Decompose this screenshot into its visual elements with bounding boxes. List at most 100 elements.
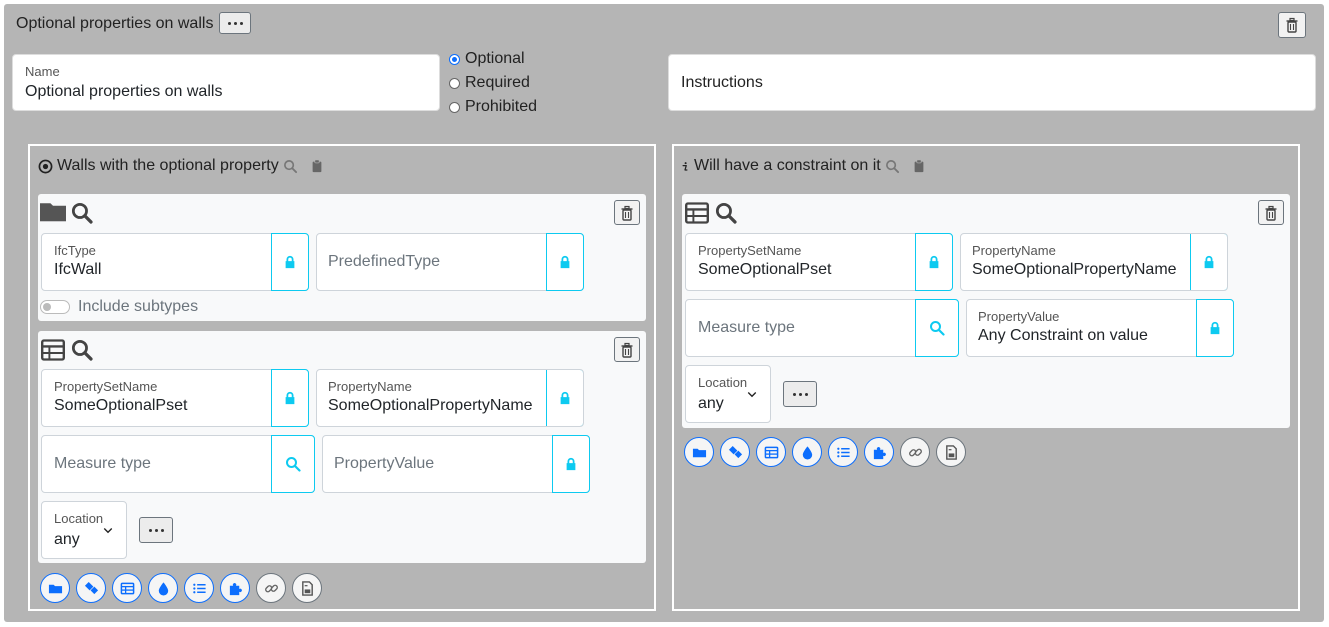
location-select[interactable]: Location any <box>41 501 127 559</box>
req-property-name-lock-button[interactable] <box>1190 234 1227 290</box>
lock-icon <box>283 255 297 269</box>
requirements-title: Will have a constraint on it <box>694 157 881 174</box>
property-value-lock-button[interactable] <box>552 435 590 493</box>
search-icon[interactable] <box>715 202 737 224</box>
req-add-partof-facet-button[interactable] <box>864 437 894 467</box>
lock-icon <box>927 255 941 269</box>
req-add-classification-facet-button[interactable] <box>720 437 750 467</box>
req-pset-name-input[interactable]: PropertySetName SomeOptionalPset <box>685 233 953 291</box>
trash-icon <box>619 205 635 221</box>
ellipsis-icon <box>148 528 152 532</box>
delete-specification-button[interactable] <box>1278 12 1306 38</box>
add-entity-facet-button[interactable] <box>40 573 70 603</box>
clipboard-icon[interactable] <box>310 159 324 173</box>
req-measure-type-search-button[interactable] <box>915 299 959 357</box>
property-name-value[interactable]: SomeOptionalPropertyName <box>328 397 536 415</box>
req-add-property-facet-button[interactable] <box>756 437 786 467</box>
droplet-icon <box>156 581 171 596</box>
name-field[interactable]: Name Optional properties on walls <box>12 54 440 111</box>
delete-requirement-facet-button[interactable] <box>1258 200 1284 225</box>
location-value[interactable]: any <box>54 531 80 549</box>
req-property-value-input[interactable]: PropertyValue Any Constraint on value <box>966 299 1234 357</box>
req-location-select[interactable]: Location any <box>685 365 771 423</box>
ifctype-lock-button[interactable] <box>271 233 309 291</box>
add-attribute-facet-button[interactable] <box>184 573 214 603</box>
table-icon <box>764 445 779 460</box>
ifctype-label: IfcType <box>54 243 96 258</box>
property-name-input[interactable]: PropertyName SomeOptionalPropertyName <box>316 369 584 427</box>
radio-required-label: Required <box>465 74 530 91</box>
clipboard-icon[interactable] <box>912 159 926 173</box>
tags-icon <box>84 581 99 596</box>
measure-type-search-button[interactable] <box>271 435 315 493</box>
lock-icon <box>558 255 572 269</box>
req-property-more-button[interactable] <box>783 381 817 407</box>
req-add-attribute-facet-button[interactable] <box>828 437 858 467</box>
table-icon <box>120 581 135 596</box>
search-icon[interactable] <box>885 159 900 174</box>
property-value-input[interactable]: PropertyValue <box>322 435 590 493</box>
pset-name-input[interactable]: PropertySetName SomeOptionalPset <box>41 369 309 427</box>
delete-property-facet-button[interactable] <box>614 337 640 362</box>
add-partof-facet-button[interactable] <box>220 573 250 603</box>
search-icon[interactable] <box>71 339 93 361</box>
pset-name-value[interactable]: SomeOptionalPset <box>54 397 187 415</box>
add-classification-facet-button[interactable] <box>76 573 106 603</box>
req-pset-name-lock-button[interactable] <box>915 233 953 291</box>
radio-optional-label: Optional <box>465 50 525 67</box>
req-add-document-button[interactable] <box>936 437 966 467</box>
property-more-button[interactable] <box>139 517 173 543</box>
req-property-name-input[interactable]: PropertyName SomeOptionalPropertyName <box>960 233 1228 291</box>
list-icon <box>836 445 851 460</box>
name-field-value[interactable]: Optional properties on walls <box>25 83 222 101</box>
add-link-button[interactable] <box>256 573 286 603</box>
delete-entity-facet-button[interactable] <box>614 200 640 225</box>
radio-optional-dot[interactable] <box>449 53 460 65</box>
ellipsis-icon <box>227 21 231 25</box>
req-pset-name-value[interactable]: SomeOptionalPset <box>698 261 831 279</box>
predefinedtype-lock-button[interactable] <box>546 233 584 291</box>
search-icon[interactable] <box>283 159 298 174</box>
chevron-down-icon <box>746 388 758 400</box>
radio-prohibited-label: Prohibited <box>465 98 538 115</box>
radio-prohibited-dot[interactable] <box>449 101 460 113</box>
search-icon[interactable] <box>71 202 93 224</box>
radio-required[interactable]: Required <box>449 74 530 92</box>
add-document-button[interactable] <box>292 573 322 603</box>
radio-required-dot[interactable] <box>449 77 460 89</box>
measure-type-input[interactable]: Measure type <box>41 435 315 493</box>
tags-icon <box>728 445 743 460</box>
add-property-facet-button[interactable] <box>112 573 142 603</box>
applicability-header: Walls with the optional property <box>38 157 328 175</box>
property-name-lock-button[interactable] <box>546 370 583 426</box>
requirements-header: Will have a constraint on it <box>680 157 930 175</box>
more-options-button[interactable] <box>219 12 251 34</box>
ifctype-input[interactable]: IfcType IfcWall <box>41 233 309 291</box>
req-add-link-button[interactable] <box>900 437 930 467</box>
req-add-material-facet-button[interactable] <box>792 437 822 467</box>
chevron-down-icon <box>102 524 114 536</box>
predefinedtype-placeholder: PredefinedType <box>328 253 441 270</box>
instructions-field[interactable]: Instructions <box>668 54 1316 111</box>
req-property-name-value[interactable]: SomeOptionalPropertyName <box>972 261 1180 279</box>
puzzle-icon <box>228 581 243 596</box>
add-material-facet-button[interactable] <box>148 573 178 603</box>
include-subtypes-label: Include subtypes <box>78 298 199 315</box>
pset-name-lock-button[interactable] <box>271 369 309 427</box>
req-add-entity-facet-button[interactable] <box>684 437 714 467</box>
req-property-value-lock-button[interactable] <box>1196 299 1234 357</box>
req-property-value-value[interactable]: Any Constraint on value <box>978 327 1148 345</box>
req-location-value[interactable]: any <box>698 395 724 413</box>
radio-prohibited[interactable]: Prohibited <box>449 98 537 116</box>
folder-icon <box>48 581 63 596</box>
predefinedtype-input[interactable]: PredefinedType <box>316 233 584 291</box>
req-measure-type-input[interactable]: Measure type <box>685 299 959 357</box>
lock-icon <box>283 391 297 405</box>
folder-icon <box>692 445 707 460</box>
ifctype-value[interactable]: IfcWall <box>54 261 101 279</box>
radio-optional[interactable]: Optional <box>449 50 525 68</box>
req-pset-name-label: PropertySetName <box>698 243 802 258</box>
req-property-name-label: PropertyName <box>972 243 1056 258</box>
measure-type-placeholder: Measure type <box>54 455 151 472</box>
include-subtypes-toggle[interactable] <box>40 300 70 314</box>
